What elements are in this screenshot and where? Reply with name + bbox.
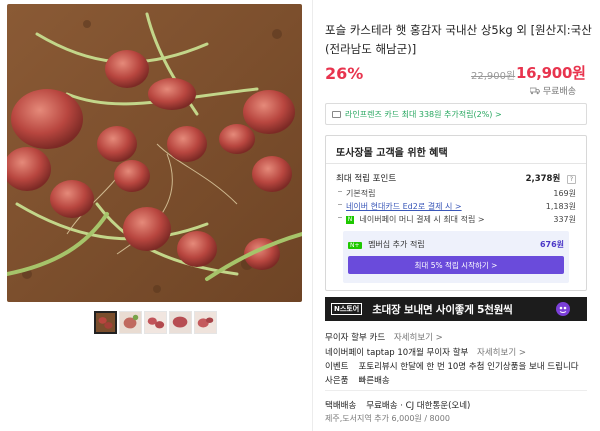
ad-banner[interactable]: N스토어 초대장 보내면 사이좋게 5천원씩	[325, 297, 587, 321]
shipping-label: 무료배송	[542, 87, 576, 97]
membership-label: 멤버십 추가 적립	[368, 240, 425, 249]
npay-installment-row: 네이버페이 taptap 10개월 무이자 할부 자세히보기 >	[325, 346, 526, 358]
installment-card-detail-link[interactable]: 자세히보기 >	[394, 333, 443, 343]
card-promo-text: 라인프렌즈 카드 최대 338원 추가적립(2%) >	[345, 109, 502, 119]
thumbnail-4[interactable]	[169, 311, 192, 334]
points-row-label: 기본적립	[336, 188, 375, 199]
product-main-image[interactable]	[7, 4, 302, 302]
card-icon	[332, 110, 341, 118]
max-points-value: 2,378원	[525, 174, 561, 184]
membership-box: N+ 멤버십 추가 적립 676원 최대 5% 적립 시작하기 >	[343, 231, 569, 283]
discount-rate: 26%	[325, 64, 364, 83]
points-row-value: 337원	[553, 215, 576, 224]
thumbnail-2[interactable]	[119, 311, 142, 334]
event-text: 포토리뷰시 한달에 한 번 10명 추첨 인기상품을 보내 드립니다	[358, 362, 579, 372]
original-price: 22,900원	[471, 71, 516, 82]
thumbnail-3[interactable]	[144, 311, 167, 334]
points-row-value: 169원	[553, 189, 576, 198]
npay-money-label: 네이버페이 머니 결제 시 최대 적립 >	[359, 215, 485, 224]
delivery-text: 무료배송 · CJ 대한통운(오네)	[366, 401, 471, 411]
membership-value: 676원	[539, 240, 564, 249]
delivery-row: 택배배송 무료배송 · CJ 대한통운(오네)	[325, 399, 470, 411]
naver-plus-badge: N+	[348, 242, 362, 249]
membership-row: N+ 멤버십 추가 적립 676원	[348, 239, 564, 250]
installment-card-row: 무이자 할부 카드 자세히보기 >	[325, 331, 443, 343]
card-promo-banner[interactable]: 라인프렌즈 카드 최대 338원 추가적립(2%) >	[325, 103, 587, 125]
points-row-basic: 기본적립 169원	[336, 188, 576, 199]
npay-icon: N	[346, 215, 354, 224]
question-icon[interactable]: ?	[567, 175, 576, 184]
truck-icon	[529, 87, 540, 94]
points-row-hyundai-card: 네이버 현대카드 Ed2로 결제 시 > 1,183원	[336, 201, 576, 212]
membership-start-button[interactable]: 최대 5% 적립 시작하기 >	[348, 256, 564, 274]
divider	[325, 390, 587, 391]
naver-store-logo: N스토어	[331, 303, 363, 315]
hyundai-card-link[interactable]: 네이버 현대카드 Ed2로 결제 시 >	[336, 201, 462, 212]
gift-label: 사은품	[325, 376, 349, 386]
thumbnail-5[interactable]	[194, 311, 217, 334]
event-row: 이벤트 포토리뷰시 한달에 한 번 10명 추첨 인기상품을 보내 드립니다	[325, 360, 579, 372]
points-row-value: 1,183원	[545, 202, 576, 211]
event-label: 이벤트	[325, 362, 349, 372]
product-gallery	[0, 0, 313, 431]
sale-price: 16,900원	[516, 64, 586, 82]
max-points-row: 최대 적립 포인트 2,378원 ?	[336, 172, 576, 184]
shipping-info: 무료배송	[529, 84, 576, 97]
installment-card-label: 무이자 할부 카드	[325, 333, 386, 343]
npay-installment-label: 네이버페이 taptap 10개월 무이자 할부	[325, 348, 469, 358]
points-row-npay-money: N 네이버페이 머니 결제 시 최대 적립 > 337원	[336, 214, 576, 225]
benefit-box: 또사장몰 고객을 위한 혜택 최대 적립 포인트 2,378원 ? 기본적립 1…	[325, 135, 587, 291]
ad-text: 초대장 보내면 사이좋게 5천원씩	[372, 303, 513, 316]
extra-shipping-row: 제주,도서지역 추가 6,000원 / 8000	[325, 414, 450, 423]
npay-installment-detail-link[interactable]: 자세히보기 >	[477, 348, 526, 358]
benefit-heading: 또사장몰 고객을 위한 혜택	[326, 136, 586, 164]
delivery-label: 택배배송	[325, 401, 357, 411]
npay-money-item[interactable]: N 네이버페이 머니 결제 시 최대 적립 >	[336, 214, 485, 225]
product-info-panel: 포슬 카스테라 햇 홍감자 국내산 상5kg 외 [원산지:국산(전라남도 해남…	[313, 0, 600, 431]
thumbnail-strip	[94, 311, 217, 334]
max-points-label: 최대 적립 포인트	[336, 174, 397, 184]
gift-text: 빠른배송	[358, 376, 390, 386]
product-title: 포슬 카스테라 햇 홍감자 국내산 상5kg 외 [원산지:국산(전라남도 해남…	[325, 23, 592, 56]
thumbnail-1[interactable]	[94, 311, 117, 334]
ad-character-icon	[556, 302, 570, 316]
gift-row: 사은품 빠른배송	[325, 374, 390, 386]
